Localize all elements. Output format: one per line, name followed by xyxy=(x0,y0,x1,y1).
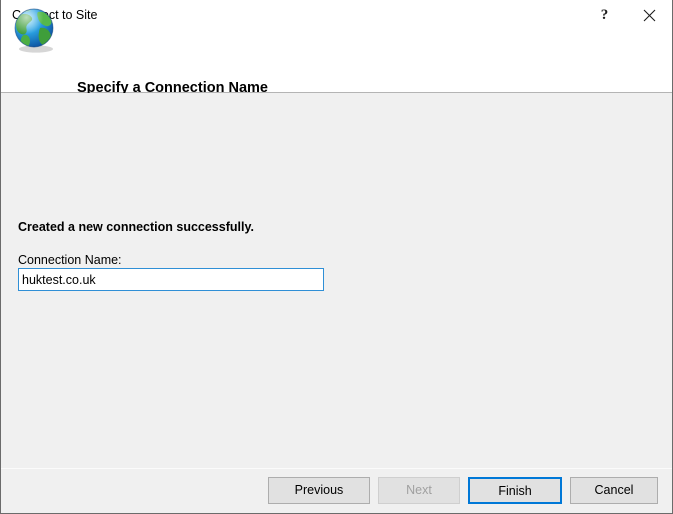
previous-button[interactable]: Previous xyxy=(268,477,370,504)
connection-name-input[interactable] xyxy=(18,268,324,291)
header-band: Specify a Connection Name xyxy=(1,8,672,96)
status-message: Created a new connection successfully. xyxy=(18,220,254,234)
cancel-button[interactable]: Cancel xyxy=(570,477,658,504)
footer-button-bar: Previous Next Finish Cancel xyxy=(1,468,672,513)
help-button[interactable]: ? xyxy=(582,0,627,31)
close-button[interactable] xyxy=(627,0,672,31)
connection-name-label: Connection Name: xyxy=(18,253,122,267)
globe-icon xyxy=(11,6,61,56)
next-button: Next xyxy=(378,477,460,504)
caption-button-group: ? xyxy=(582,0,672,31)
titlebar: Connect to Site ? xyxy=(1,0,672,31)
finish-button[interactable]: Finish xyxy=(468,477,562,504)
help-question-icon: ? xyxy=(600,7,609,23)
content-area: Created a new connection successfully. C… xyxy=(1,93,672,468)
close-icon xyxy=(643,9,656,22)
connect-to-site-dialog: Connect to Site ? Specify a Connection N… xyxy=(0,0,673,514)
